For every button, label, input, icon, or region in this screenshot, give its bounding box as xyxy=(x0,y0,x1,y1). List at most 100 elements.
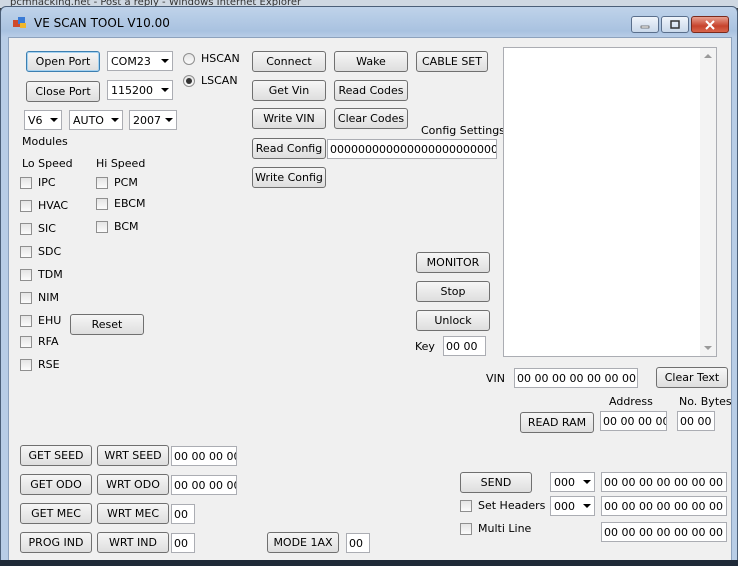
set-headers-label: Set Headers xyxy=(478,499,546,512)
engine-select-value: V6 xyxy=(28,113,43,127)
minimize-icon xyxy=(640,25,650,28)
address-field[interactable]: 00 00 00 00 xyxy=(600,411,667,431)
ipc-label: IPC xyxy=(38,176,56,189)
clear-codes-button[interactable]: Clear Codes xyxy=(334,108,408,129)
baud-select[interactable]: 115200 xyxy=(107,80,173,100)
pcm-label: PCM xyxy=(114,176,138,189)
maximize-button[interactable] xyxy=(661,16,689,33)
ind-field[interactable]: 00 xyxy=(171,533,195,553)
chevron-down-icon xyxy=(161,88,169,92)
port-select-value: COM23 xyxy=(111,54,151,68)
nim-label: NIM xyxy=(38,291,59,304)
title-bar[interactable]: VE SCAN TOOL V10.00 xyxy=(1,7,737,37)
ipc-checkbox[interactable] xyxy=(20,177,32,189)
hscan-label: HSCAN xyxy=(201,52,240,65)
send-select-2-value: 000 xyxy=(554,499,575,513)
get-mec-button[interactable]: GET MEC xyxy=(20,503,92,524)
send-data-3[interactable]: 00 00 00 00 00 00 00 00 xyxy=(601,522,727,542)
rse-checkbox[interactable] xyxy=(20,359,32,371)
set-headers-checkbox[interactable] xyxy=(460,500,472,512)
monitor-button[interactable]: MONITOR xyxy=(416,252,490,273)
maximize-icon xyxy=(670,20,680,29)
chevron-down-icon xyxy=(161,59,169,63)
read-ram-button[interactable]: READ RAM xyxy=(520,412,594,433)
multi-line-label: Multi Line xyxy=(478,522,532,535)
chevron-down-icon xyxy=(583,480,591,484)
key-field[interactable]: 00 00 xyxy=(443,336,486,356)
stop-button[interactable]: Stop xyxy=(416,281,490,302)
open-port-button[interactable]: Open Port xyxy=(26,51,100,72)
odo-field[interactable]: 00 00 00 00 xyxy=(171,475,237,495)
config-value-field[interactable]: 00000000000000000000000000 xyxy=(327,139,497,159)
tdm-label: TDM xyxy=(38,268,63,281)
modules-title: Modules xyxy=(22,135,68,148)
chevron-down-icon xyxy=(111,118,119,122)
send-select-1[interactable]: 000 xyxy=(550,472,595,492)
send-button[interactable]: SEND xyxy=(460,472,532,493)
ehu-checkbox[interactable] xyxy=(20,315,32,327)
bcm-checkbox[interactable] xyxy=(96,221,108,233)
sic-checkbox[interactable] xyxy=(20,223,32,235)
close-port-button[interactable]: Close Port xyxy=(26,81,100,102)
vin-field[interactable]: 00 00 00 00 00 00 00 00 xyxy=(514,368,638,388)
send-select-1-value: 000 xyxy=(554,475,575,489)
taskbar xyxy=(0,560,738,566)
app-icon xyxy=(13,17,26,28)
mode-1ax-field[interactable]: 00 xyxy=(346,533,370,553)
main-panel: Open Port Close Port COM23 115200 HSCAN … xyxy=(8,37,732,565)
lscan-radio[interactable] xyxy=(183,75,195,87)
nim-checkbox[interactable] xyxy=(20,292,32,304)
engine-select[interactable]: V6 xyxy=(24,110,62,130)
year-select-value: 2007 xyxy=(133,113,161,127)
num-bytes-label: No. Bytes xyxy=(679,395,732,408)
rfa-checkbox[interactable] xyxy=(20,336,32,348)
send-data-1[interactable]: 00 00 00 00 00 00 00 00 xyxy=(601,472,727,492)
mec-field[interactable]: 00 xyxy=(171,504,195,524)
ebcm-checkbox[interactable] xyxy=(96,198,108,210)
wrt-odo-button[interactable]: WRT ODO xyxy=(97,474,169,495)
wrt-mec-button[interactable]: WRT MEC xyxy=(97,503,169,524)
get-vin-button[interactable]: Get Vin xyxy=(252,80,326,101)
get-odo-button[interactable]: GET ODO xyxy=(20,474,92,495)
sdc-checkbox[interactable] xyxy=(20,246,32,258)
write-vin-button[interactable]: Write VIN xyxy=(252,108,326,129)
cable-set-button[interactable]: CABLE SET xyxy=(416,51,488,72)
seed-field[interactable]: 00 00 00 00 xyxy=(171,446,237,466)
bcm-label: BCM xyxy=(114,220,139,233)
trans-select[interactable]: AUTO xyxy=(69,110,123,130)
scroll-down-icon xyxy=(704,346,712,350)
wrt-ind-button[interactable]: WRT IND xyxy=(97,532,169,553)
output-textarea[interactable] xyxy=(503,47,717,357)
read-config-button[interactable]: Read Config xyxy=(252,138,326,159)
output-scrollbar[interactable] xyxy=(700,48,716,356)
hvac-checkbox[interactable] xyxy=(20,200,32,212)
tdm-checkbox[interactable] xyxy=(20,269,32,281)
get-seed-button[interactable]: GET SEED xyxy=(20,445,92,466)
read-codes-button[interactable]: Read Codes xyxy=(334,80,408,101)
clear-text-button[interactable]: Clear Text xyxy=(656,367,728,388)
year-select[interactable]: 2007 xyxy=(129,110,177,130)
vin-label: VIN xyxy=(486,372,505,385)
wrt-seed-button[interactable]: WRT SEED xyxy=(97,445,169,466)
close-button[interactable] xyxy=(691,16,729,33)
write-config-button[interactable]: Write Config xyxy=(252,167,326,188)
reset-button[interactable]: Reset xyxy=(70,314,144,335)
mode-1ax-button[interactable]: MODE 1AX xyxy=(267,532,339,553)
prog-ind-button[interactable]: PROG IND xyxy=(20,532,92,553)
ebcm-label: EBCM xyxy=(114,197,146,210)
wake-button[interactable]: Wake xyxy=(334,51,408,72)
multi-line-checkbox[interactable] xyxy=(460,523,472,535)
port-select[interactable]: COM23 xyxy=(107,51,173,71)
send-data-2[interactable]: 00 00 00 00 00 00 00 00 xyxy=(601,496,727,516)
unlock-button[interactable]: Unlock xyxy=(416,310,490,331)
send-select-2[interactable]: 000 xyxy=(550,496,595,516)
chevron-down-icon xyxy=(50,118,58,122)
hscan-radio[interactable] xyxy=(183,53,195,65)
connect-button[interactable]: Connect xyxy=(252,51,326,72)
minimize-button[interactable] xyxy=(631,16,659,33)
sic-label: SIC xyxy=(38,222,56,235)
hvac-label: HVAC xyxy=(38,199,69,212)
pcm-checkbox[interactable] xyxy=(96,177,108,189)
num-bytes-field[interactable]: 00 00 xyxy=(677,411,715,431)
address-label: Address xyxy=(609,395,653,408)
